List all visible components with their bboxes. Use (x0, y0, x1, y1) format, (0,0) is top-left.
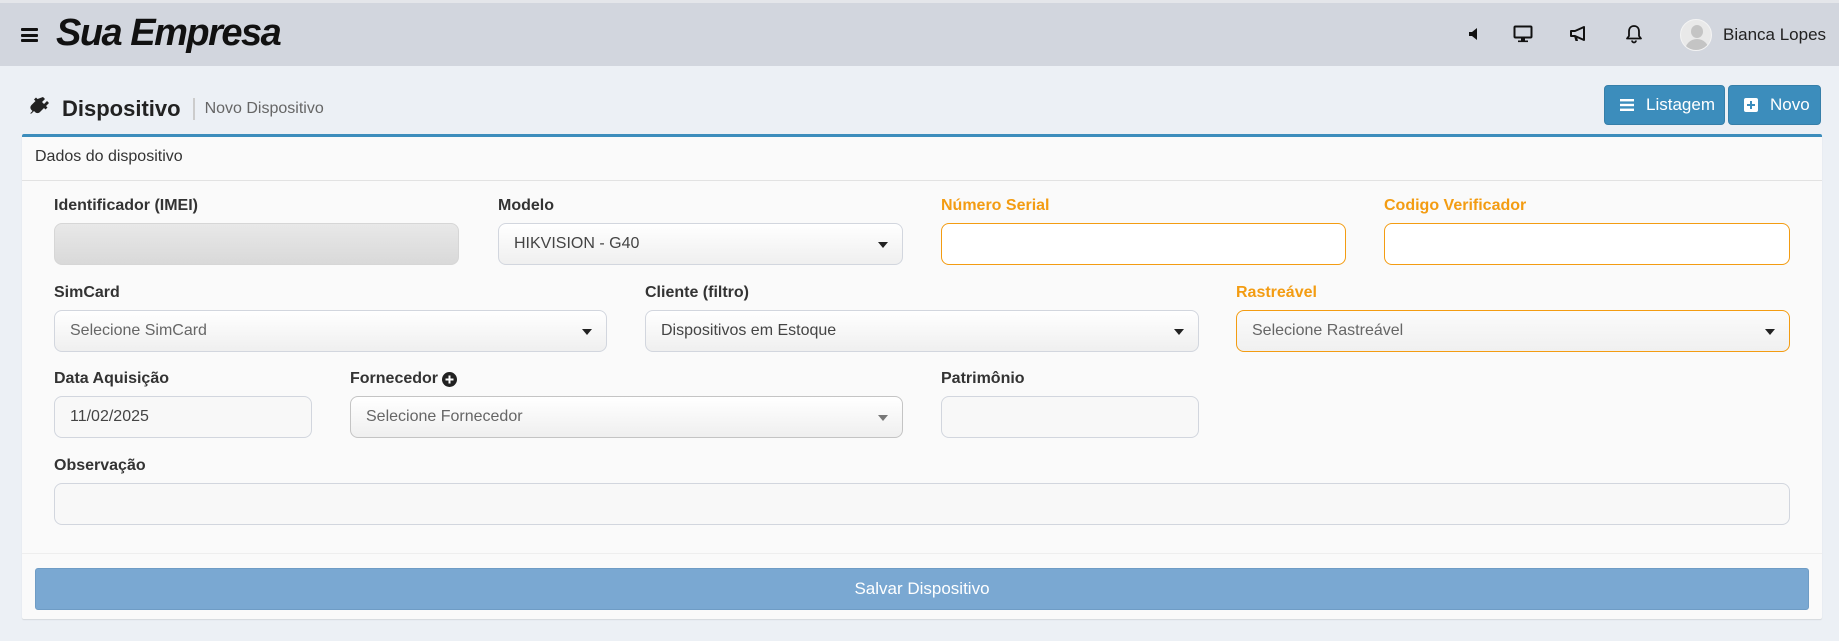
numero-serial-label: Número Serial (941, 197, 1050, 214)
rastreavel-placeholder: Selecione Rastreável (1252, 322, 1404, 339)
rastreavel-label: Rastreável (1236, 284, 1317, 301)
user-name: Bianca Lopes (1723, 25, 1827, 44)
plus-circle-icon[interactable] (442, 371, 458, 387)
bell-icon[interactable] (1622, 22, 1646, 46)
numero-serial-field-group: Número Serial (941, 197, 1346, 265)
top-navbar: Sua Empresa Bianca Lopes (0, 0, 1839, 66)
cliente-field-group: Cliente (filtro) Dispositivos em Estoque (645, 284, 1199, 352)
plus-square-icon (1744, 98, 1758, 112)
numero-serial-input[interactable] (941, 223, 1346, 265)
chevron-down-icon (1174, 329, 1184, 335)
chevron-down-icon (878, 415, 888, 421)
chevron-down-icon (582, 329, 592, 335)
observacao-field-group: Observação (54, 457, 1790, 525)
fornecedor-label-row: Fornecedor (350, 370, 903, 388)
brand-logo[interactable]: Sua Empresa (56, 12, 282, 55)
menu-toggle-icon[interactable] (21, 28, 38, 42)
observacao-input[interactable] (54, 483, 1790, 525)
modelo-label: Modelo (498, 197, 554, 214)
observacao-label: Observação (54, 457, 146, 474)
content-header: Dispositivo Novo Dispositivo (28, 94, 324, 123)
imei-label: Identificador (IMEI) (54, 197, 198, 214)
box-footer-divider (22, 553, 1822, 554)
cliente-select[interactable]: Dispositivos em Estoque (645, 310, 1199, 352)
fornecedor-field-group: Fornecedor Selecione Fornecedor (350, 370, 903, 438)
fornecedor-placeholder: Selecione Fornecedor (366, 408, 523, 425)
rastreavel-select[interactable]: Selecione Rastreável (1236, 310, 1790, 352)
data-aquisicao-label: Data Aquisição (54, 370, 169, 387)
new-button[interactable]: Novo (1728, 85, 1821, 125)
chevron-down-icon (1765, 329, 1775, 335)
page-subtitle: Novo Dispositivo (192, 97, 324, 120)
list-icon (1620, 99, 1634, 111)
codigo-verificador-field-group: Codigo Verificador (1384, 197, 1790, 265)
rastreavel-field-group: Rastreável Selecione Rastreável (1236, 284, 1790, 352)
cliente-value: Dispositivos em Estoque (661, 322, 837, 339)
megaphone-icon[interactable] (1567, 22, 1591, 46)
modelo-value: HIKVISION - G40 (514, 235, 640, 252)
volume-icon[interactable] (1461, 22, 1485, 46)
plug-icon (28, 94, 52, 123)
device-form-box: Dados do dispositivo Identificador (IMEI… (22, 134, 1822, 619)
fornecedor-select[interactable]: Selecione Fornecedor (350, 396, 903, 438)
user-menu[interactable]: Bianca Lopes (1680, 19, 1826, 51)
list-button[interactable]: Listagem (1604, 85, 1725, 125)
patrimonio-input[interactable] (941, 396, 1199, 438)
simcard-field-group: SimCard Selecione SimCard (54, 284, 607, 352)
modelo-select[interactable]: HIKVISION - G40 (498, 223, 903, 265)
simcard-label: SimCard (54, 284, 120, 301)
imei-field-group: Identificador (IMEI) (54, 197, 459, 265)
patrimonio-field-group: Patrimônio (941, 370, 1199, 438)
monitor-icon[interactable] (1511, 22, 1535, 46)
data-aquisicao-field-group: Data Aquisição 11/02/2025 (54, 370, 312, 438)
cliente-label: Cliente (filtro) (645, 284, 749, 301)
codigo-verificador-input[interactable] (1384, 223, 1790, 265)
save-device-button[interactable]: Salvar Dispositivo (35, 568, 1809, 610)
simcard-placeholder: Selecione SimCard (70, 322, 207, 339)
modelo-field-group: Modelo HIKVISION - G40 (498, 197, 903, 265)
imei-input[interactable] (54, 223, 459, 265)
box-title: Dados do dispositivo (22, 137, 1822, 181)
avatar (1680, 19, 1712, 51)
simcard-select[interactable]: Selecione SimCard (54, 310, 607, 352)
chevron-down-icon (878, 242, 888, 248)
page-title: Dispositivo (62, 95, 181, 121)
new-button-label: Novo (1770, 95, 1810, 114)
codigo-verificador-label: Codigo Verificador (1384, 197, 1527, 214)
list-button-label: Listagem (1646, 95, 1715, 114)
fornecedor-label: Fornecedor (350, 370, 439, 387)
patrimonio-label: Patrimônio (941, 370, 1025, 387)
data-aquisicao-input[interactable]: 11/02/2025 (54, 396, 312, 438)
